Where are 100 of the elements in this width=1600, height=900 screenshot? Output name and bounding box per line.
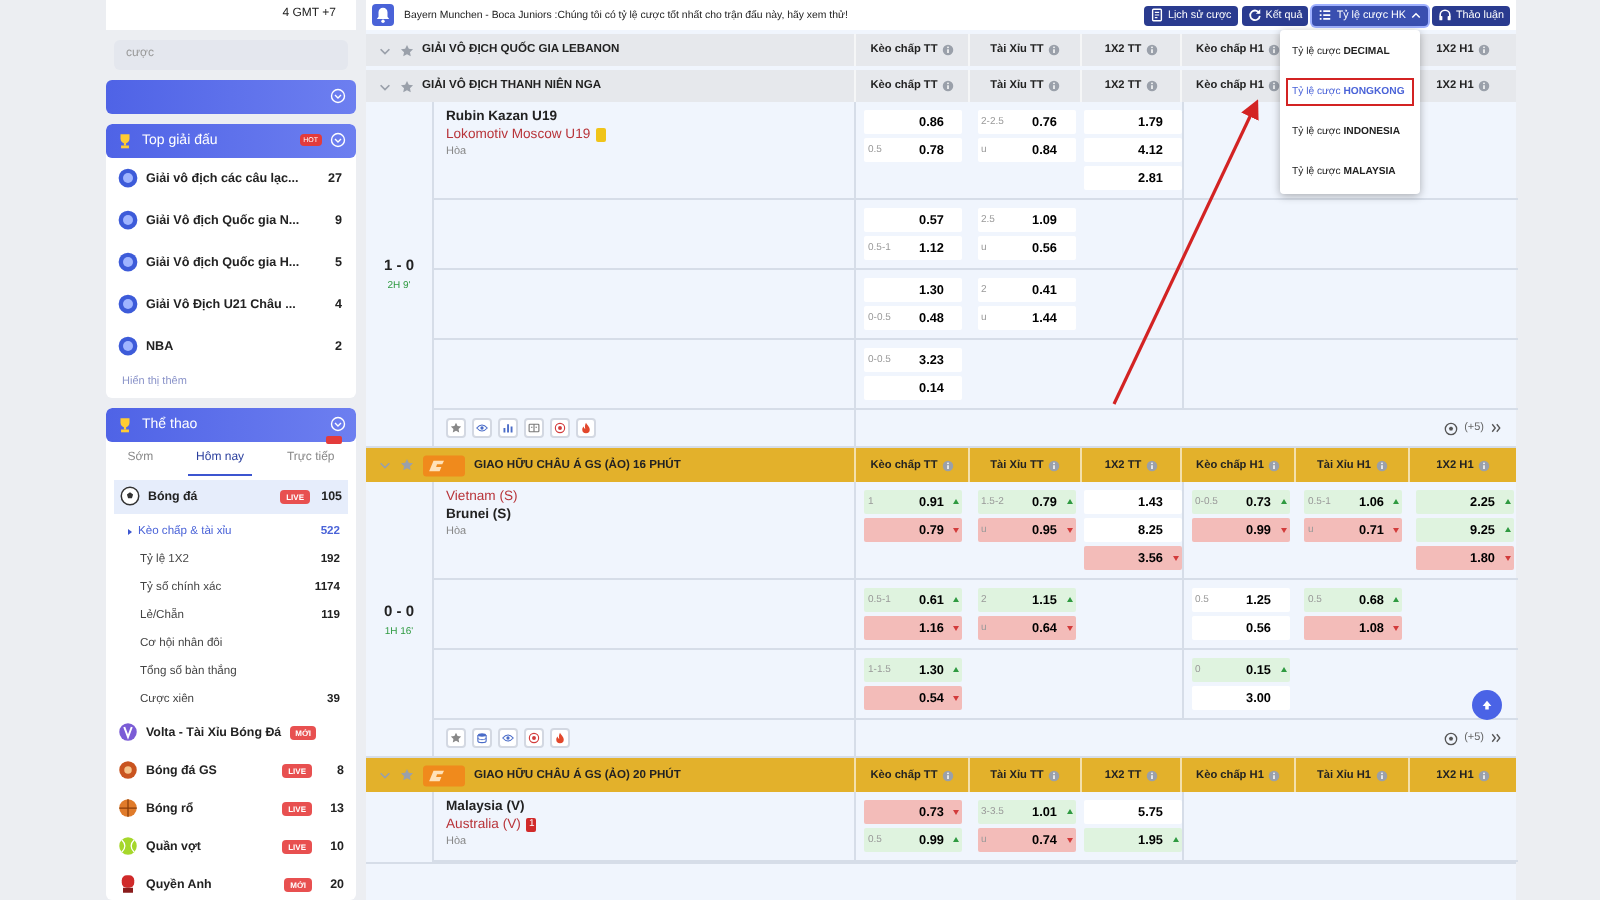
sport-icon — [120, 486, 140, 507]
info-icon[interactable] — [941, 769, 954, 781]
notification-badge — [326, 435, 343, 444]
info-icon[interactable] — [1145, 769, 1158, 781]
up-triangle-icon — [1171, 836, 1179, 844]
info-icon[interactable] — [1145, 80, 1158, 92]
info-icon[interactable] — [1267, 459, 1280, 471]
league-emblem-icon — [118, 336, 138, 357]
record-icon — [528, 732, 540, 744]
up-triangle-icon — [1065, 498, 1073, 506]
info-icon[interactable] — [1145, 459, 1158, 471]
tool-button[interactable] — [550, 728, 570, 748]
collapse-icon[interactable] — [330, 88, 346, 105]
refresh-icon — [1247, 8, 1262, 22]
tool-button[interactable] — [576, 418, 596, 438]
info-icon[interactable] — [1375, 769, 1388, 781]
down-triangle-icon — [952, 624, 960, 632]
receipt-icon — [1149, 8, 1164, 22]
tool-button[interactable] — [446, 418, 466, 438]
star-icon[interactable] — [400, 43, 414, 57]
bar-chart-icon — [502, 422, 514, 434]
scoreboard-icon — [528, 422, 540, 434]
bell-icon[interactable] — [372, 4, 394, 26]
info-icon[interactable] — [1267, 80, 1280, 92]
chevron-down-icon[interactable] — [378, 43, 392, 57]
info-icon[interactable] — [1047, 769, 1060, 781]
league-logo-icon — [422, 761, 466, 789]
headset-icon — [1438, 8, 1453, 22]
sport-icon — [118, 760, 138, 781]
league-logo-icon — [422, 451, 466, 479]
league-emblem-icon — [118, 210, 138, 231]
chevron-down-icon[interactable] — [378, 79, 392, 93]
info-icon[interactable] — [1145, 44, 1158, 56]
tool-button[interactable] — [472, 418, 492, 438]
star-icon — [450, 732, 462, 744]
collapse-icon[interactable] — [330, 416, 346, 433]
down-triangle-icon — [952, 694, 960, 702]
tool-button[interactable] — [498, 418, 518, 438]
trophy-icon — [116, 415, 134, 434]
trophy-icon — [116, 131, 134, 150]
panel-header[interactable] — [106, 79, 356, 114]
info-icon[interactable] — [1477, 769, 1490, 781]
info-icon[interactable] — [1267, 44, 1280, 56]
tool-button[interactable] — [524, 728, 544, 748]
league-emblem-icon — [118, 252, 138, 273]
ball-icon — [1444, 731, 1459, 745]
tool-button[interactable] — [498, 728, 518, 748]
flame-icon — [554, 732, 566, 744]
info-icon[interactable] — [1477, 459, 1490, 471]
down-triangle-icon — [1065, 836, 1073, 844]
info-icon[interactable] — [1375, 459, 1388, 471]
up-triangle-icon — [1392, 498, 1400, 506]
info-icon[interactable] — [1477, 44, 1490, 56]
caret-icon — [126, 527, 134, 536]
info-icon[interactable] — [1047, 459, 1060, 471]
double-chevron-icon[interactable] — [1490, 422, 1502, 434]
info-icon[interactable] — [1267, 769, 1280, 781]
sport-icon — [118, 836, 138, 857]
up-triangle-icon — [952, 666, 960, 674]
up-triangle-icon — [1279, 666, 1287, 674]
down-triangle-icon — [1279, 526, 1287, 534]
scroll-top-button[interactable] — [1472, 690, 1502, 720]
tool-button[interactable] — [550, 418, 570, 438]
list-icon — [1318, 8, 1333, 22]
down-triangle-icon — [1392, 526, 1400, 534]
up-triangle-icon — [1392, 596, 1400, 604]
up-triangle-icon — [1503, 498, 1511, 506]
league-emblem-icon — [118, 168, 138, 189]
tool-button[interactable] — [472, 728, 492, 748]
database-icon — [476, 732, 488, 744]
up-arrow-icon — [1480, 698, 1494, 712]
down-triangle-icon — [1065, 624, 1073, 632]
up-triangle-icon — [1279, 498, 1287, 506]
star-icon[interactable] — [400, 768, 414, 782]
tool-button[interactable] — [524, 418, 544, 438]
info-icon[interactable] — [1047, 44, 1060, 56]
info-icon[interactable] — [941, 80, 954, 92]
info-icon[interactable] — [941, 44, 954, 56]
flame-icon — [580, 422, 592, 434]
record-icon — [554, 422, 566, 434]
up-triangle-icon — [1065, 596, 1073, 604]
ball-icon — [1444, 421, 1459, 435]
star-icon — [450, 422, 462, 434]
info-icon[interactable] — [1047, 80, 1060, 92]
collapse-icon[interactable] — [330, 132, 346, 149]
down-triangle-icon — [1503, 554, 1511, 562]
info-icon[interactable] — [1477, 80, 1490, 92]
down-triangle-icon — [1065, 526, 1073, 534]
chevron-down-icon[interactable] — [378, 458, 392, 472]
up-triangle-icon — [952, 498, 960, 506]
star-icon[interactable] — [400, 458, 414, 472]
double-chevron-icon[interactable] — [1490, 732, 1502, 744]
tool-button[interactable] — [446, 728, 466, 748]
sport-icon — [118, 874, 138, 895]
up-triangle-icon — [952, 596, 960, 604]
info-icon[interactable] — [941, 459, 954, 471]
up-triangle-icon — [1065, 808, 1073, 816]
star-icon[interactable] — [400, 79, 414, 93]
up-triangle-icon — [952, 836, 960, 844]
chevron-down-icon[interactable] — [378, 768, 392, 782]
